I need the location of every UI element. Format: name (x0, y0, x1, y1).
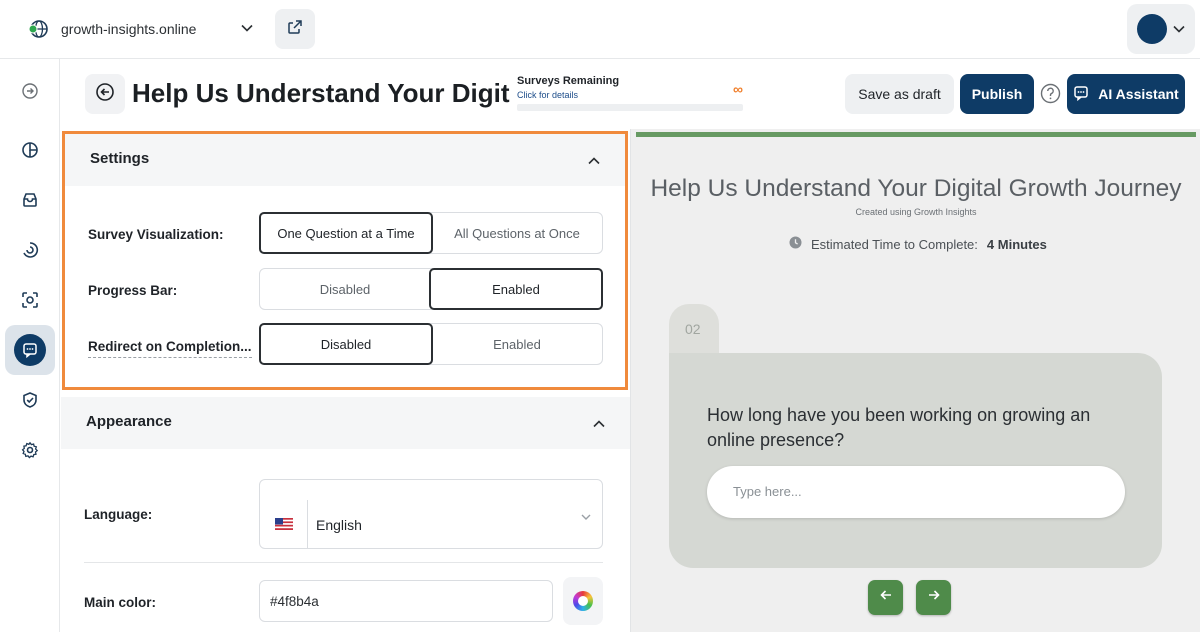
question-text: How long have you been working on growin… (707, 405, 1091, 450)
appearance-title: Appearance (86, 413, 172, 430)
redirect-enabled-option[interactable]: Enabled (432, 324, 602, 364)
save-draft-button[interactable]: Save as draft (845, 74, 954, 114)
progress-enabled-option[interactable]: Enabled (429, 268, 603, 310)
preview-subtitle: Created using Growth Insights (855, 207, 977, 217)
language-select[interactable]: English (259, 479, 603, 549)
arrow-right-icon (927, 588, 941, 607)
progress-bar-label: Progress Bar: (88, 283, 178, 298)
surveys-remaining-link[interactable]: Click for details (517, 90, 743, 100)
site-selector[interactable]: growth-insights.online (27, 17, 196, 41)
color-picker-button[interactable] (563, 577, 603, 625)
sidebar-item-security[interactable] (5, 375, 55, 425)
page-title: Help Us Understand Your Digit (132, 78, 510, 108)
progress-disabled-option[interactable]: Disabled (260, 269, 430, 309)
estimated-time: Estimated Time to Complete: 4 Minutes (789, 236, 1047, 252)
preview-progress-bar (636, 132, 1196, 137)
estimated-time-label: Estimated Time to Complete: (811, 236, 978, 252)
back-button[interactable] (85, 74, 125, 114)
chevron-up-icon[interactable] (592, 417, 606, 436)
sidebar-item-analytics[interactable] (5, 225, 55, 275)
sidebar-item-inbox[interactable] (5, 175, 55, 225)
globe-icon (27, 18, 49, 40)
collapse-icon (14, 75, 46, 107)
surveys-remaining[interactable]: Surveys Remaining Click for details ∞ (517, 75, 743, 111)
chevron-up-icon[interactable] (587, 154, 601, 173)
arrow-left-icon (95, 82, 115, 107)
survey-preview: Help Us Understand Your Digital Growth J… (630, 129, 1200, 632)
settings-title: Settings (90, 150, 150, 167)
ai-assistant-button[interactable]: AI Assistant (1067, 74, 1185, 114)
surveys-remaining-label: Surveys Remaining (517, 75, 620, 87)
ai-assistant-label: AI Assistant (1098, 86, 1179, 102)
one-question-option[interactable]: One Question at a Time (259, 212, 433, 254)
all-questions-option[interactable]: All Questions at Once (432, 213, 602, 253)
settings-section: Settings Survey Visualization: One Quest… (62, 131, 628, 390)
sidebar (0, 59, 60, 632)
help-icon[interactable] (1040, 83, 1061, 104)
sidebar-item-surveys[interactable] (5, 325, 55, 375)
sidebar-item-settings[interactable] (5, 425, 55, 475)
clock-icon (789, 236, 802, 252)
sidebar-item-dashboard[interactable] (5, 125, 55, 175)
avatar (1137, 14, 1167, 44)
page-header: Help Us Understand Your Digit Surveys Re… (61, 59, 1200, 129)
top-bar: growth-insights.online (0, 0, 1200, 59)
shield-check-icon (14, 384, 46, 416)
publish-button[interactable]: Publish (960, 74, 1034, 114)
language-label: Language: (84, 507, 153, 522)
inbox-icon (14, 184, 46, 216)
external-link-icon (287, 19, 303, 40)
dashboard-icon (14, 134, 46, 166)
next-question-button[interactable] (916, 580, 951, 615)
appearance-header[interactable]: Appearance (61, 397, 630, 449)
redirect-disabled-option[interactable]: Disabled (259, 323, 433, 365)
surveys-remaining-value: ∞ (733, 81, 743, 97)
open-site-button[interactable] (275, 9, 315, 49)
main-color-input[interactable]: #4f8b4a (259, 580, 553, 622)
question-card: How long have you been working on growin… (669, 353, 1162, 568)
surveys-icon (14, 334, 46, 366)
redirect-toggle: Disabled Enabled (259, 323, 603, 365)
settings-panel: Settings Survey Visualization: One Quest… (61, 129, 630, 632)
color-wheel-icon (573, 591, 593, 611)
divider (84, 562, 603, 563)
flag-icon (260, 500, 308, 548)
scan-icon (14, 284, 46, 316)
site-name: growth-insights.online (61, 21, 197, 37)
sidebar-item-collapse[interactable] (5, 66, 55, 116)
redirect-on-completion-label: Redirect on Completion... (88, 339, 252, 358)
settings-header[interactable]: Settings (65, 134, 625, 186)
estimated-time-value: 4 Minutes (986, 236, 1047, 252)
user-menu-button[interactable] (1127, 4, 1195, 54)
language-value: English (316, 517, 362, 533)
chevron-down-icon (580, 510, 592, 528)
sidebar-item-scan[interactable] (5, 275, 55, 325)
chevron-down-icon (1172, 22, 1186, 41)
progress-bar-toggle: Disabled Enabled (259, 268, 603, 310)
analytics-icon (14, 234, 46, 266)
main-color-label: Main color: (84, 595, 157, 610)
preview-title: Help Us Understand Your Digital Growth J… (650, 175, 1182, 202)
surveys-remaining-bar (517, 104, 743, 111)
chevron-down-icon[interactable] (240, 21, 254, 35)
previous-question-button[interactable] (868, 580, 903, 615)
arrow-left-icon (879, 588, 893, 607)
survey-visualization-label: Survey Visualization: (88, 227, 224, 242)
chat-icon (1073, 85, 1089, 104)
settings-icon (14, 434, 46, 466)
question-number: 02 (685, 321, 701, 337)
survey-visualization-toggle: One Question at a Time All Questions at … (259, 212, 603, 254)
answer-input[interactable]: Type here... (707, 466, 1125, 518)
